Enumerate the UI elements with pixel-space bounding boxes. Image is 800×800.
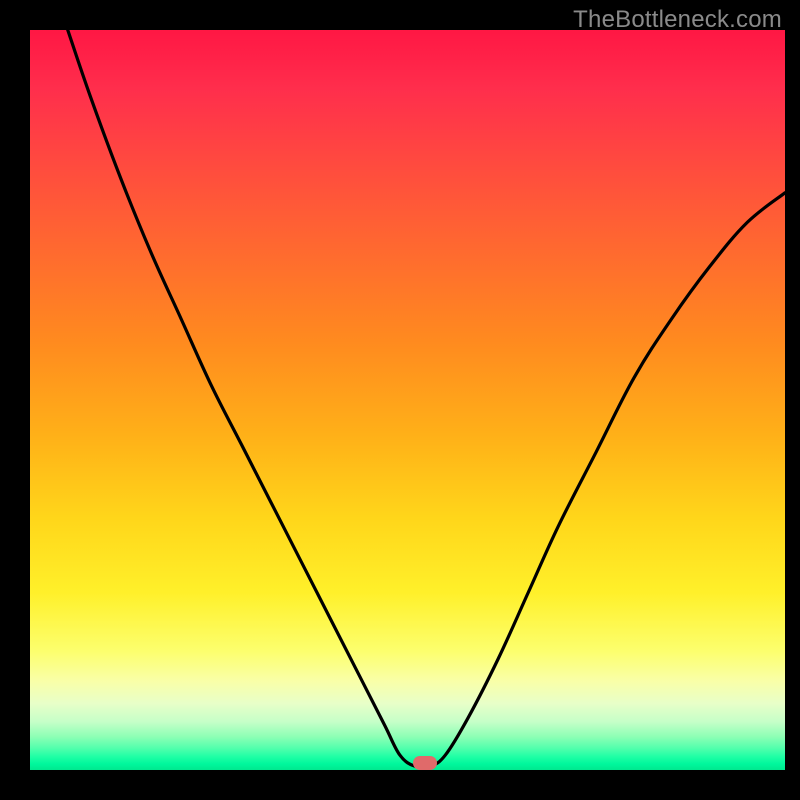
plot-area [30, 30, 785, 770]
curve-path [68, 30, 785, 768]
watermark-text: TheBottleneck.com [573, 6, 782, 34]
optimum-marker-icon [413, 756, 437, 770]
bottleneck-curve [30, 30, 785, 770]
chart-frame: TheBottleneck.com [0, 0, 800, 800]
